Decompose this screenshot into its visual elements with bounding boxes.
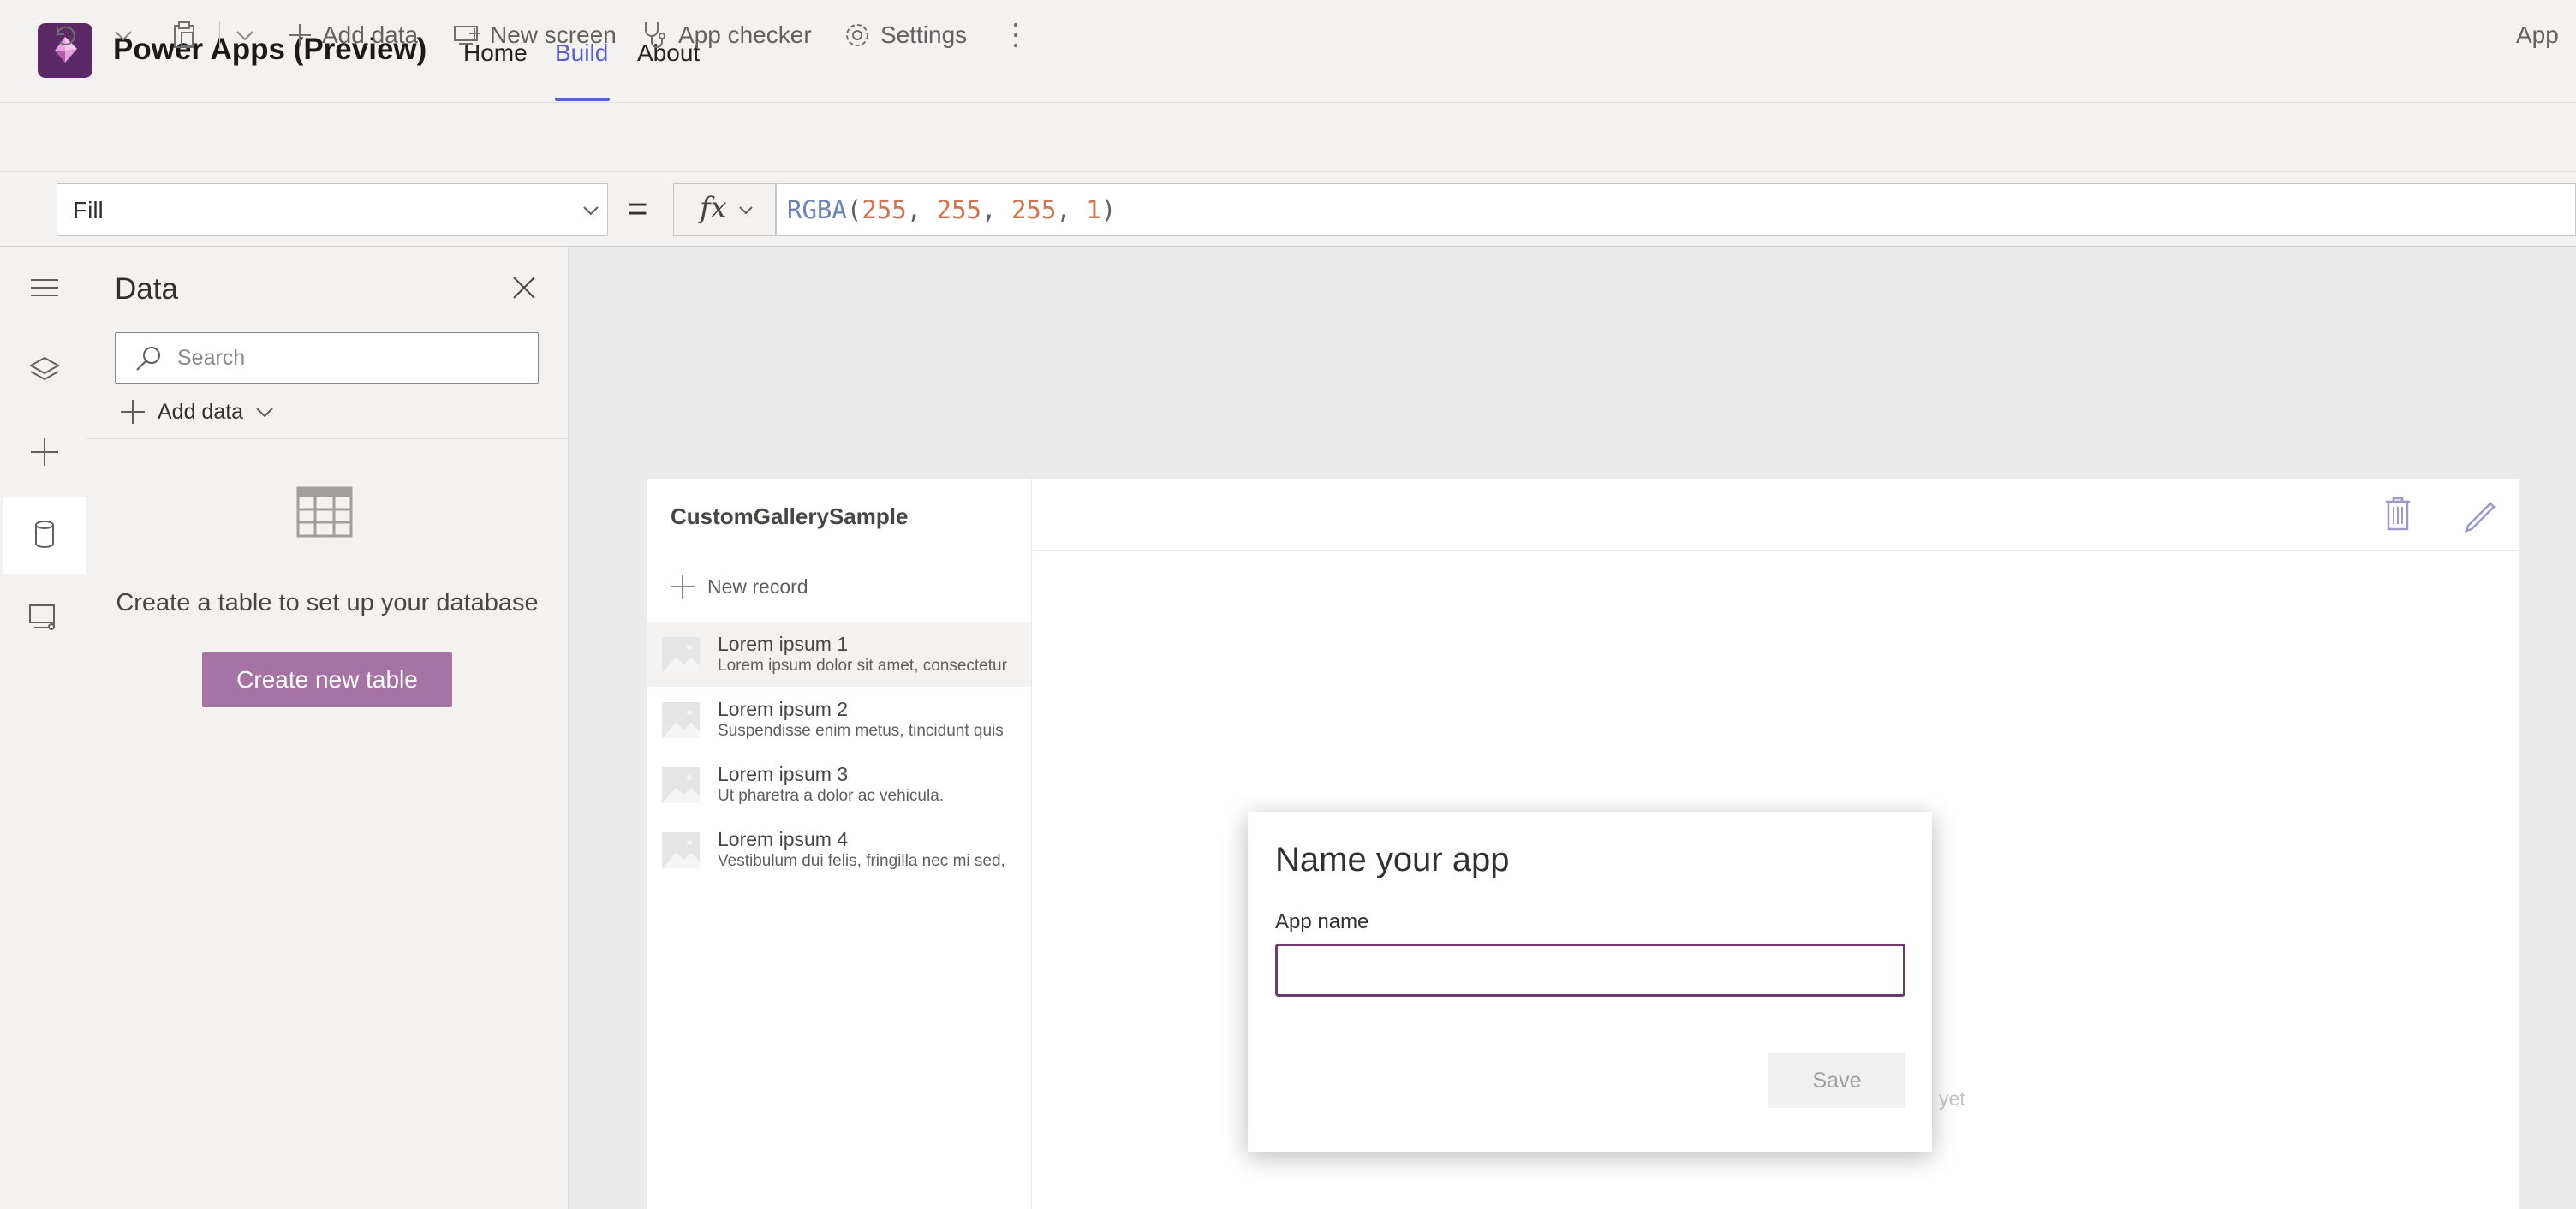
app-menu-label: App bbox=[2516, 21, 2559, 48]
save-button[interactable]: Save bbox=[1768, 1053, 1905, 1108]
image-placeholder-icon bbox=[662, 702, 700, 738]
gallery-item-title: Lorem ipsum 4 bbox=[718, 828, 849, 850]
plus-icon bbox=[118, 397, 147, 426]
image-placeholder-icon bbox=[662, 832, 700, 868]
undo-icon bbox=[50, 21, 77, 49]
clipboard-icon bbox=[170, 21, 199, 50]
image-placeholder-icon bbox=[662, 767, 700, 803]
add-data-label: Add data bbox=[158, 399, 244, 424]
gallery-item-title: Lorem ipsum 1 bbox=[718, 633, 849, 655]
close-icon[interactable] bbox=[509, 272, 540, 303]
fx-button[interactable]: fx bbox=[673, 183, 776, 236]
gallery-item-title: Lorem ipsum 2 bbox=[718, 698, 849, 720]
gallery-item[interactable]: Lorem ipsum 2 Suspendisse enim metus, ti… bbox=[647, 687, 1031, 752]
new-screen-button[interactable]: New screen bbox=[452, 20, 617, 51]
new-record-button[interactable]: New record bbox=[668, 572, 808, 601]
command-bar bbox=[0, 103, 2576, 172]
formula-arg: 255 bbox=[1011, 195, 1057, 224]
gallery-item-subtitle: Suspendisse enim metus, tincidunt quis bbox=[718, 722, 1004, 740]
new-screen-icon bbox=[452, 21, 481, 49]
add-data-dropdown[interactable]: Add data bbox=[118, 397, 276, 426]
formula-arg: 255 bbox=[936, 195, 982, 224]
chevron-down-icon bbox=[581, 201, 600, 220]
paste-button[interactable] bbox=[170, 20, 199, 51]
app-checker-label: App checker bbox=[678, 21, 812, 48]
add-data-label: Add data bbox=[322, 21, 419, 48]
app-name-label: App name bbox=[1275, 910, 1369, 933]
formula-function: RGBA bbox=[787, 195, 847, 224]
formula-arg: 255 bbox=[862, 195, 907, 224]
app-name-input[interactable] bbox=[1275, 944, 1905, 997]
toolbar-divider bbox=[219, 21, 220, 50]
gallery-item-subtitle: Lorem ipsum dolor sit amet, consectetur bbox=[718, 657, 1007, 675]
equals-sign: = bbox=[628, 190, 648, 228]
gallery-item-subtitle: Vestibulum dui felis, fringilla nec mi s… bbox=[718, 852, 1005, 870]
detail-header-divider bbox=[1031, 550, 2519, 551]
hamburger-icon[interactable] bbox=[26, 269, 63, 307]
chevron-down-icon bbox=[111, 23, 135, 47]
chevron-down-icon bbox=[253, 401, 276, 423]
active-tab-indicator bbox=[555, 98, 610, 101]
empty-state-message: Create a table to set up your database bbox=[116, 589, 539, 616]
app-menu-button[interactable]: App bbox=[2516, 20, 2559, 51]
plus-icon bbox=[286, 21, 313, 49]
paste-dropdown-button[interactable] bbox=[233, 20, 257, 51]
formula-paren: ( bbox=[846, 195, 862, 224]
more-options-button[interactable] bbox=[1007, 20, 1024, 51]
undo-button[interactable] bbox=[50, 20, 77, 51]
settings-label: Settings bbox=[880, 21, 968, 48]
formula-arg: 1 bbox=[1086, 195, 1101, 224]
undo-dropdown-button[interactable] bbox=[111, 20, 135, 51]
layers-icon[interactable] bbox=[26, 351, 63, 389]
property-dropdown[interactable]: Fill bbox=[57, 183, 608, 236]
gallery-item[interactable]: Lorem ipsum 3 Ut pharetra a dolor ac veh… bbox=[647, 752, 1031, 817]
database-icon[interactable] bbox=[26, 515, 63, 553]
gallery-item[interactable]: Lorem ipsum 4 Vestibulum dui felis, frin… bbox=[647, 817, 1031, 882]
formula-comma: , bbox=[981, 195, 1011, 224]
settings-button[interactable]: Settings bbox=[843, 20, 967, 51]
gallery-item-title: Lorem ipsum 3 bbox=[718, 763, 849, 785]
data-panel-title: Data bbox=[115, 272, 178, 306]
formula-comma: , bbox=[906, 195, 937, 224]
new-record-label: New record bbox=[707, 575, 808, 598]
chevron-down-icon bbox=[233, 23, 257, 47]
search-icon bbox=[134, 344, 164, 373]
edit-pencil-icon[interactable] bbox=[2461, 495, 2499, 533]
data-panel bbox=[86, 247, 569, 1209]
new-screen-label: New screen bbox=[490, 21, 617, 48]
image-placeholder-icon bbox=[662, 637, 700, 673]
create-new-table-button[interactable]: Create new table bbox=[202, 652, 452, 707]
media-icon[interactable] bbox=[26, 598, 63, 635]
stethoscope-icon bbox=[641, 20, 670, 51]
more-vertical-icon bbox=[1007, 20, 1024, 51]
dialog-title: Name your app bbox=[1275, 841, 1510, 878]
property-value: Fill bbox=[73, 197, 104, 223]
table-icon bbox=[296, 486, 353, 538]
plus-icon[interactable] bbox=[26, 433, 63, 471]
app-checker-button[interactable]: App checker bbox=[641, 20, 812, 51]
name-your-app-dialog: Name your app App name Save bbox=[1248, 812, 1932, 1152]
panel-divider bbox=[86, 438, 568, 439]
formula-paren: ) bbox=[1100, 195, 1117, 224]
left-rail bbox=[0, 247, 86, 1209]
formula-input[interactable]: RGBA(255, 255, 255, 1) bbox=[776, 183, 2576, 236]
gallery-item[interactable]: Lorem ipsum 1 Lorem ipsum dolor sit amet… bbox=[647, 622, 1031, 687]
empty-detail-text: yet bbox=[1939, 1087, 1965, 1110]
formula-comma: , bbox=[1056, 195, 1087, 224]
trash-icon[interactable] bbox=[2382, 495, 2413, 533]
data-search-input[interactable]: Search bbox=[115, 332, 539, 384]
plus-icon bbox=[668, 572, 697, 601]
chevron-down-icon bbox=[737, 201, 754, 218]
gallery-title: CustomGallerySample bbox=[671, 503, 909, 529]
fx-icon: fx bbox=[700, 191, 727, 225]
add-data-button[interactable]: Add data bbox=[286, 20, 418, 51]
search-placeholder: Search bbox=[177, 346, 246, 370]
formula-text: RGBA(255, 255, 255, 1) bbox=[787, 195, 1116, 224]
gallery-item-subtitle: Ut pharetra a dolor ac vehicula. bbox=[718, 787, 945, 805]
gear-icon bbox=[843, 21, 872, 50]
